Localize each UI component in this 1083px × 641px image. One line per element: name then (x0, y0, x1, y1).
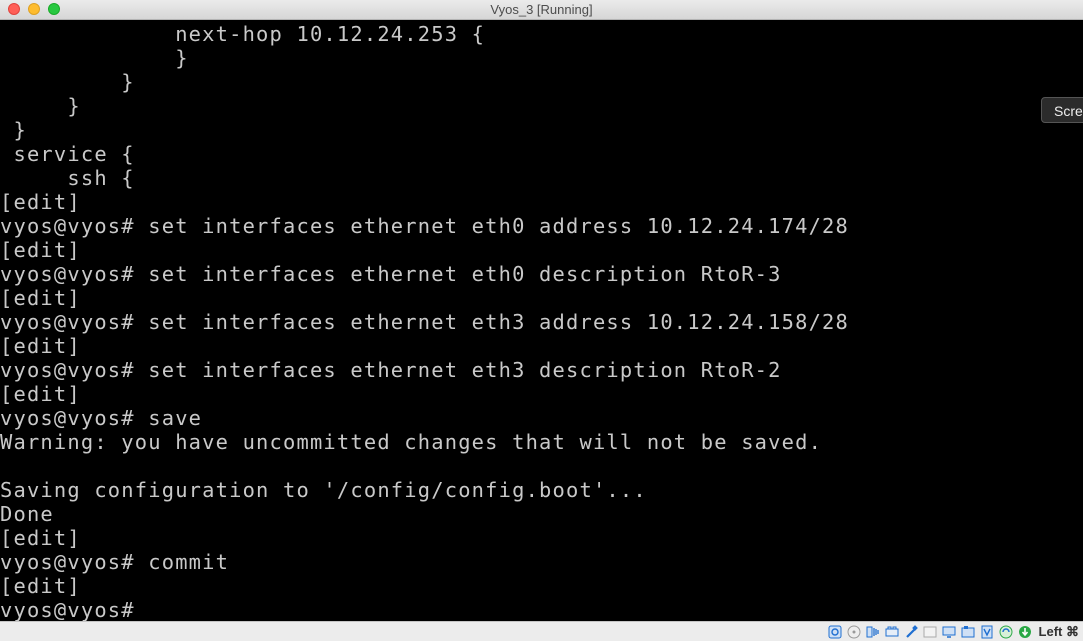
terminal-line: Done (0, 502, 54, 526)
virtualbox-window: Vyos_3 [Running] next-hop 10.12.24.253 {… (0, 0, 1083, 641)
terminal-line: [edit] (0, 334, 81, 358)
host-key-label: Left ⌘ (1038, 624, 1079, 639)
terminal-line: vyos@vyos# set interfaces ethernet eth0 … (0, 214, 850, 238)
terminal-line: ssh { (0, 166, 135, 190)
shared-folder-icon[interactable] (922, 624, 938, 640)
terminal-line: [edit] (0, 286, 81, 310)
audio-icon[interactable] (865, 624, 881, 640)
terminal-line: vyos@vyos# set interfaces ethernet eth3 … (0, 358, 782, 382)
terminal-line: vyos@vyos# set interfaces ethernet eth0 … (0, 262, 782, 286)
status-icons: Left ⌘ (827, 623, 1079, 641)
title-bar[interactable]: Vyos_3 [Running] (0, 0, 1083, 20)
status-bar: Left ⌘ (0, 621, 1083, 641)
vm-screen[interactable]: next-hop 10.12.24.253 { } } } } service … (0, 20, 1083, 621)
terminal-line: service { (0, 142, 135, 166)
hard-disk-icon[interactable] (827, 624, 843, 640)
terminal-line: vyos@vyos# (0, 598, 135, 621)
terminal-line: } (0, 94, 81, 118)
optical-drive-icon[interactable] (846, 624, 862, 640)
terminal-line: vyos@vyos# commit (0, 550, 230, 574)
terminal-line: vyos@vyos# save (0, 406, 203, 430)
terminal-line: [edit] (0, 526, 81, 550)
terminal-line: } (0, 118, 27, 142)
cpu-virtualization-icon[interactable] (979, 624, 995, 640)
mouse-integration-icon[interactable] (998, 624, 1014, 640)
display-icon[interactable] (941, 624, 957, 640)
terminal-line: Saving configuration to '/config/config.… (0, 478, 647, 502)
terminal-output: next-hop 10.12.24.253 { } } } } service … (0, 22, 849, 621)
terminal-line: next-hop 10.12.24.253 { (0, 22, 486, 46)
terminal-line: vyos@vyos# set interfaces ethernet eth3 … (0, 310, 850, 334)
keyboard-capture-icon[interactable] (1017, 624, 1033, 640)
usb-icon[interactable] (903, 624, 919, 640)
terminal-line: [edit] (0, 190, 81, 214)
terminal-line: Warning: you have uncommitted changes th… (0, 430, 823, 454)
terminal-line: [edit] (0, 382, 81, 406)
tooltip: Scre (1041, 97, 1083, 123)
terminal-line: [edit] (0, 574, 81, 598)
window-title: Vyos_3 [Running] (490, 2, 593, 17)
terminal-line: } (0, 70, 135, 94)
network-icon[interactable] (884, 624, 900, 640)
terminal-line: } (0, 46, 189, 70)
video-capture-icon[interactable] (960, 624, 976, 640)
terminal-line: [edit] (0, 238, 81, 262)
